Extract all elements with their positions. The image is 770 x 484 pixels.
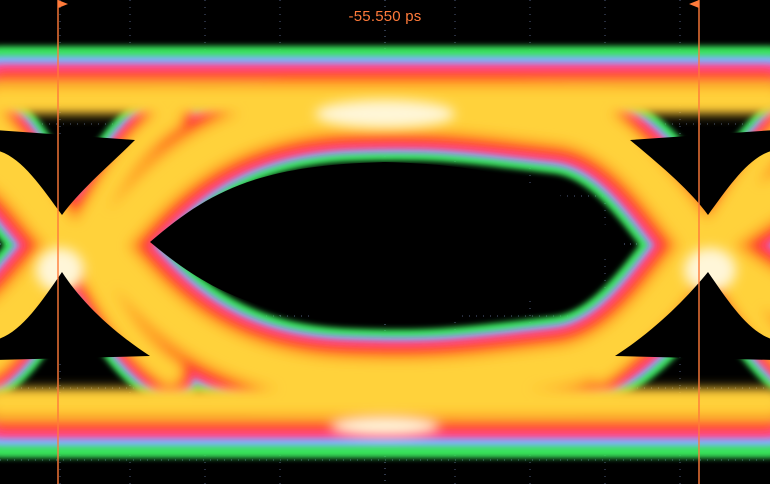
eye-diagram-display (0, 0, 770, 484)
cursor-marker-b[interactable] (689, 0, 699, 8)
cursor-marker-a[interactable] (58, 0, 68, 8)
oscilloscope-screen: -55.550 ps (0, 0, 770, 484)
cursor-delta-readout: -55.550 ps (348, 8, 422, 25)
